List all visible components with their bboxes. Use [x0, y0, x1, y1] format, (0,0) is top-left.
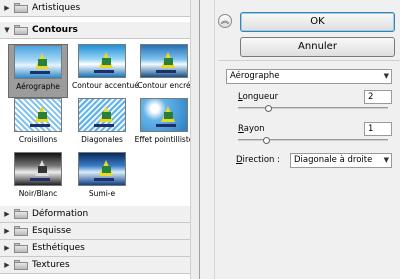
filter-select[interactable]: Aérographe ▼ [226, 69, 392, 84]
category-label: Artistiques [32, 3, 81, 13]
folder-icon [14, 3, 28, 13]
filter-preview-image [14, 98, 62, 132]
category-artistiques[interactable]: ▶ Artistiques [0, 0, 199, 17]
filter-settings-panel: Aérographe ▼ Longueur 2 Rayon 1 Directio… [218, 60, 400, 279]
filter-thumb-croisillons[interactable]: Croisillons [8, 98, 68, 152]
direction-label: Direction : [236, 155, 280, 165]
double-chevron-up-icon[interactable]: ︽ [218, 14, 232, 28]
filter-thumb-contour-encre[interactable]: Contour encré [134, 44, 194, 98]
category-deformation[interactable]: ▶ Déformation [0, 206, 199, 223]
filter-thumb-label: Aérographe [16, 82, 60, 91]
radius-label-rest: ayon [243, 124, 265, 134]
ok-button[interactable]: OK [240, 12, 395, 32]
filter-thumb-effet-pointilliste[interactable]: Effet pointilliste [134, 98, 194, 152]
length-label: Longueur [238, 92, 278, 102]
chevron-down-icon: ▼ [383, 156, 389, 164]
filter-select-value: Aérographe [230, 71, 280, 81]
filter-thumbnails: Aérographe Contour accentué Contour encr… [0, 42, 199, 208]
category-label: Esquisse [32, 226, 72, 236]
direction-label-rest: irection : [242, 155, 280, 165]
category-label: Déformation [32, 209, 89, 219]
direction-select-value: Diagonale à droite [294, 155, 373, 165]
category-esquisse[interactable]: ▶ Esquisse [0, 223, 199, 240]
filter-preview-image [14, 152, 62, 186]
filter-thumb-sumi-e[interactable]: Sumi-e [72, 152, 132, 206]
filter-thumb-contour-accentue[interactable]: Contour accentué [72, 44, 139, 98]
length-slider-track[interactable] [238, 107, 388, 109]
cancel-button[interactable]: Annuler [240, 37, 395, 57]
filter-thumb-label: Noir/Blanc [18, 189, 58, 198]
category-contours[interactable]: ▼ Contours [0, 22, 199, 39]
triangle-right-icon: ▶ [4, 210, 10, 218]
radius-label: Rayon [238, 124, 265, 134]
folder-icon [14, 209, 28, 219]
filter-gallery-panel: ▶ Artistiques ▼ Contours Aérographe Cont… [0, 0, 200, 279]
folder-icon [14, 243, 28, 253]
radius-slider-thumb[interactable] [263, 137, 270, 144]
length-slider-thumb[interactable] [265, 105, 272, 112]
category-label: Esthétiques [32, 243, 85, 253]
filter-thumb-label: Contour accentué [72, 81, 139, 90]
triangle-right-icon: ▶ [4, 4, 10, 12]
filter-thumb-label: Effet pointilliste [134, 135, 194, 144]
folder-icon [14, 226, 28, 236]
filter-thumb-label: Contour encré [137, 81, 191, 90]
filter-thumb-noir-blanc[interactable]: Noir/Blanc [8, 152, 68, 206]
triangle-right-icon: ▶ [4, 261, 10, 269]
folder-icon [14, 25, 28, 35]
category-textures[interactable]: ▶ Textures [0, 257, 199, 274]
filter-thumb-label: Croisillons [18, 135, 58, 144]
folder-icon [14, 260, 28, 270]
length-input[interactable]: 2 [364, 90, 392, 104]
category-label: Contours [32, 25, 78, 35]
filter-preview-image [14, 45, 62, 79]
filter-thumb-aerographe[interactable]: Aérographe [8, 44, 68, 98]
category-label: Textures [32, 260, 70, 270]
radius-slider-track[interactable] [238, 139, 388, 141]
triangle-right-icon: ▶ [4, 244, 10, 252]
length-label-rest: ongueur [242, 92, 279, 102]
filter-preview-image [78, 44, 126, 78]
filter-preview-image [140, 44, 188, 78]
filter-thumb-label: Sumi-e [88, 189, 116, 198]
chevron-down-icon: ▼ [383, 72, 389, 80]
filter-preview-image [78, 98, 126, 132]
filter-thumb-label: Diagonales [81, 135, 123, 144]
triangle-right-icon: ▶ [4, 227, 10, 235]
radius-input[interactable]: 1 [364, 122, 392, 136]
panel-divider [201, 0, 215, 279]
direction-select[interactable]: Diagonale à droite ▼ [290, 153, 392, 168]
filter-preview-image [140, 98, 188, 132]
filter-preview-image [78, 152, 126, 186]
vertical-scrollbar[interactable] [190, 0, 199, 279]
filter-thumb-diagonales[interactable]: Diagonales [72, 98, 132, 152]
category-esthetiques[interactable]: ▶ Esthétiques [0, 240, 199, 257]
triangle-down-icon: ▼ [4, 26, 10, 34]
